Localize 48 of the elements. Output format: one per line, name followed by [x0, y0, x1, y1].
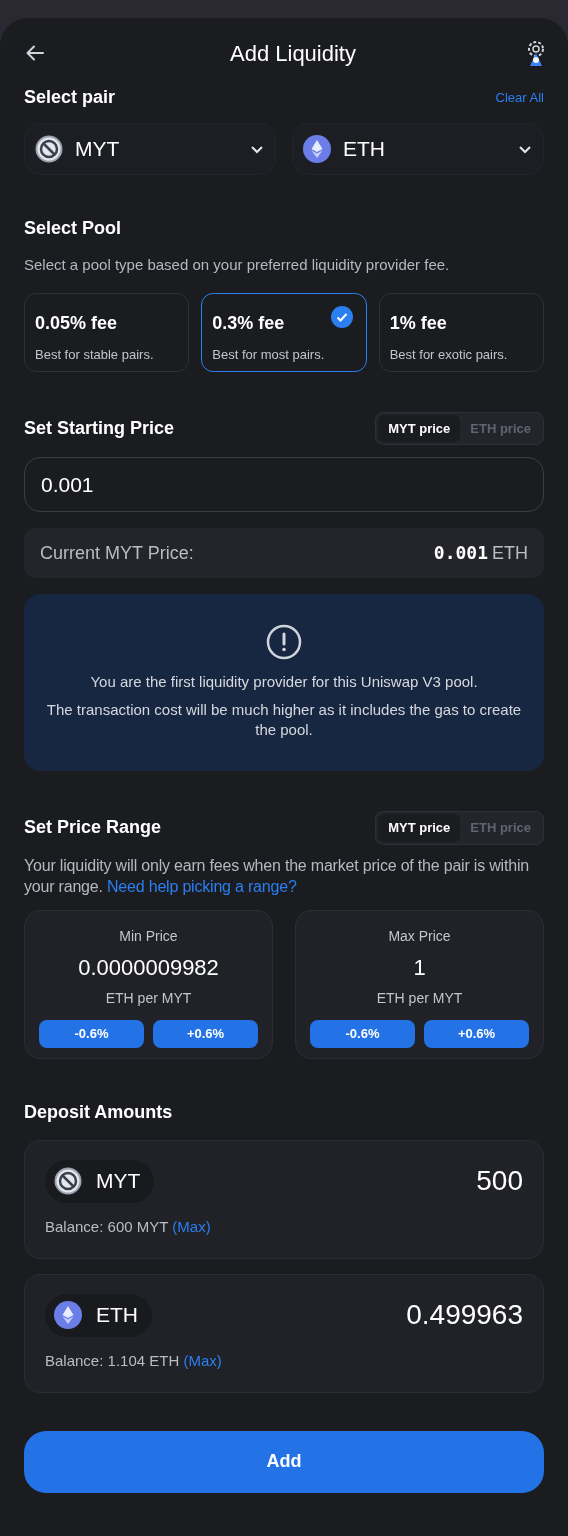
price-value: 0.001	[433, 542, 488, 563]
help-link[interactable]: Need help picking a range?	[107, 877, 297, 895]
price-label: Current MYT Price:	[40, 541, 194, 565]
bound-value: 1	[413, 953, 426, 982]
section-description: Select a pool type based on your preferred liquidity provider fee.	[24, 255, 451, 275]
add-button[interactable]: Add	[24, 1430, 544, 1493]
bound-unit: ETH per MYT	[105, 988, 192, 1008]
bound-unit: ETH per MYT	[376, 988, 463, 1008]
price-unit: ETH	[492, 543, 528, 563]
fee-option-card[interactable]: 1% fee Best for exotic pairs.	[378, 292, 544, 372]
toggle-tab[interactable]: ETH price	[460, 814, 541, 842]
max-link[interactable]: (Max)	[172, 1217, 211, 1235]
balance-text: Balance: 600 MYT (Max)	[45, 1216, 212, 1237]
prohibited-icon	[35, 135, 63, 163]
step-button[interactable]: -0.6%	[310, 1019, 415, 1048]
amount-value: 0.499963	[406, 1298, 523, 1332]
checkmark-icon	[330, 305, 353, 328]
token-dropdown[interactable]: ETH	[292, 123, 544, 175]
token-symbol: MYT	[96, 1168, 141, 1195]
fee-option-card[interactable]: 0.3% fee Best for most pairs.	[201, 292, 367, 372]
token-dropdown[interactable]: MYT	[24, 123, 276, 175]
clear-all-link[interactable]: Clear All	[495, 87, 544, 108]
step-button[interactable]: -0.6%	[39, 1019, 144, 1048]
notice-text: You are the first liquidity provider for this Uniswap V3 pool.	[90, 672, 478, 692]
max-link[interactable]: (Max)	[183, 1351, 222, 1369]
token-symbol: ETH	[96, 1302, 138, 1329]
step-button[interactable]: +0.6%	[424, 1019, 529, 1048]
step-button[interactable]: +0.6%	[153, 1019, 258, 1048]
price-input-field[interactable]: 0.001	[24, 457, 544, 512]
page-title: Add Liquidity	[230, 39, 356, 68]
notice-text: The transaction cost will be much higher as it includes the gas to create the pool.	[45, 700, 523, 740]
section-title: Deposit Amounts	[24, 1100, 174, 1124]
toggle-tab[interactable]: MYT price	[378, 814, 461, 842]
section-description: Your liquidity will only earn fees when the market price of the pair is within your range. Need help picking a range?	[24, 855, 530, 897]
section-title: Set Starting Price	[24, 416, 175, 440]
balance-text: Balance: 1.104 ETH (Max)	[45, 1350, 223, 1371]
toggle-tab[interactable]: MYT price	[378, 414, 461, 442]
amount-value: 500	[476, 1164, 523, 1198]
bound-label: Max Price	[388, 926, 451, 946]
section-title: Select Pool	[24, 217, 123, 240]
section-title: Set Price Range	[24, 816, 162, 840]
section-title: Select pair	[24, 86, 116, 109]
fee-option-card[interactable]: 0.05% fee Best for stable pairs.	[24, 292, 190, 372]
bound-label: Min Price	[119, 926, 178, 946]
exclamation-icon	[266, 624, 302, 660]
prohibited-icon	[54, 1167, 82, 1195]
bound-value: 0.0000009982	[78, 953, 219, 982]
toggle-tab[interactable]: ETH price	[460, 414, 541, 442]
